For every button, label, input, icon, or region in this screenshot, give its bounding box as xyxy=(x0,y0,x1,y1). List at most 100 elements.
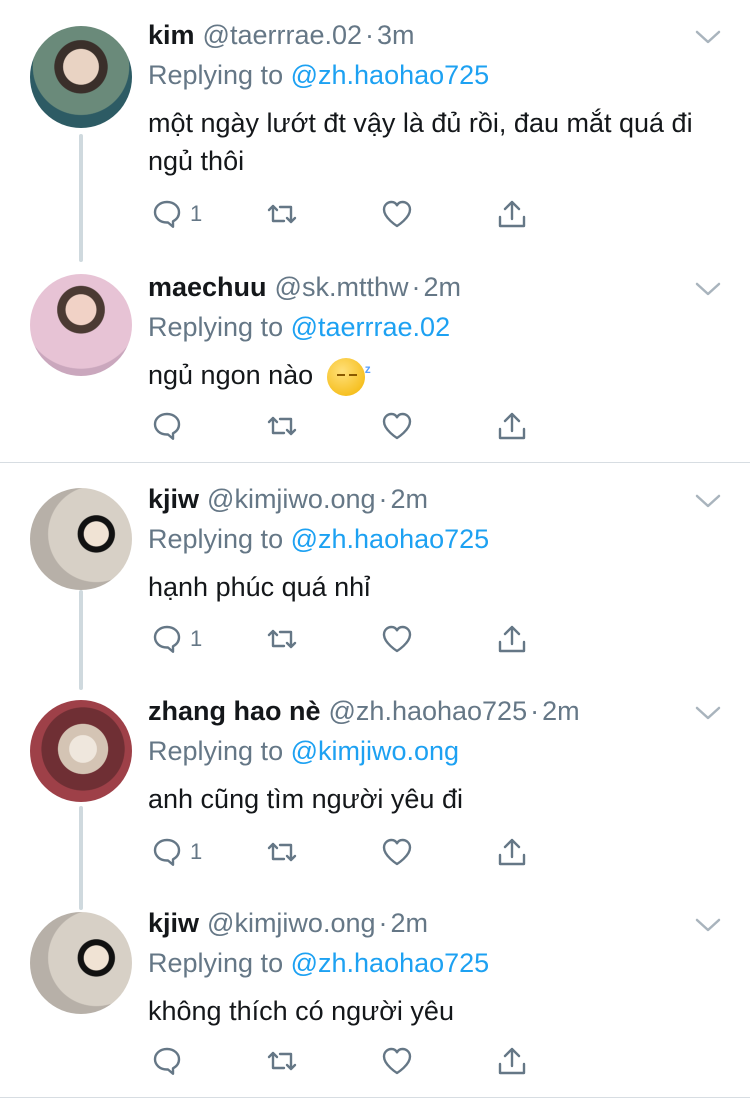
share-button[interactable] xyxy=(495,197,610,231)
tweet[interactable]: kim @taerrrae.02 · 3m Replying to @zh.ha… xyxy=(0,0,750,250)
avatar[interactable] xyxy=(30,912,132,1014)
display-name[interactable]: zhang hao nè xyxy=(148,696,321,727)
mention-link[interactable]: @zh.haohao725 xyxy=(291,524,490,554)
tweet-text-content: ngủ ngon nào xyxy=(148,360,314,390)
retweet-button[interactable] xyxy=(265,409,380,443)
share-icon xyxy=(498,200,526,228)
like-button[interactable] xyxy=(380,197,495,231)
reply-button[interactable]: 1 xyxy=(150,622,265,656)
like-button[interactable] xyxy=(380,409,495,443)
reply-button[interactable] xyxy=(150,409,265,443)
like-button[interactable] xyxy=(380,1044,495,1078)
comment-icon xyxy=(153,200,181,228)
tweet-header: kjiw @kimjiwo.ong · 2m xyxy=(148,908,670,939)
separator: · xyxy=(378,908,388,938)
retweet-icon xyxy=(267,629,297,649)
timestamp[interactable]: 3m xyxy=(377,20,415,51)
tweet-actions xyxy=(150,1044,610,1078)
reply-count: 1 xyxy=(190,201,203,226)
username[interactable]: @zh.haohao725 xyxy=(329,696,528,727)
chevron-down-icon[interactable] xyxy=(694,916,722,934)
replying-label: Replying to xyxy=(148,312,284,342)
avatar[interactable] xyxy=(30,26,132,128)
retweet-icon xyxy=(267,842,297,862)
mention-link[interactable]: @taerrrae.02 xyxy=(291,312,450,342)
username[interactable]: @kimjiwo.ong xyxy=(207,908,375,939)
heart-icon xyxy=(382,1047,412,1075)
timestamp[interactable]: 2m xyxy=(391,908,429,939)
heart-icon xyxy=(382,838,412,866)
tweet[interactable]: zhang hao nè @zh.haohao725 · 2m Replying… xyxy=(0,676,750,888)
share-icon xyxy=(498,625,526,653)
tweet-text: hạnh phúc quá nhỉ xyxy=(148,572,371,602)
share-button[interactable] xyxy=(495,622,610,656)
heart-icon xyxy=(382,625,412,653)
retweet-button[interactable] xyxy=(265,622,380,656)
username[interactable]: @taerrrae.02 xyxy=(203,20,362,51)
mention-link[interactable]: @zh.haohao725 xyxy=(291,948,490,978)
reply-button[interactable]: 1 xyxy=(150,835,265,869)
tweet-header: kim @taerrrae.02 · 3m xyxy=(148,20,670,51)
tweet[interactable]: kjiw @kimjiwo.ong · 2m Replying to @zh.h… xyxy=(0,888,750,1098)
chevron-down-icon[interactable] xyxy=(694,492,722,510)
tweet-header: zhang hao nè @zh.haohao725 · 2m xyxy=(148,696,670,727)
comment-icon xyxy=(153,412,181,440)
tweet[interactable]: kjiw @kimjiwo.ong · 2m Replying to @zh.h… xyxy=(0,464,750,674)
tweet-header: kjiw @kimjiwo.ong · 2m xyxy=(148,484,670,515)
display-name[interactable]: maechuu xyxy=(148,272,267,303)
display-name[interactable]: kjiw xyxy=(148,484,199,515)
share-button[interactable] xyxy=(495,1044,610,1078)
like-button[interactable] xyxy=(380,622,495,656)
comment-icon xyxy=(153,625,181,653)
tweet-header: maechuu @sk.mtthw · 2m xyxy=(148,272,670,303)
display-name[interactable]: kim xyxy=(148,20,195,51)
username[interactable]: @sk.mtthw xyxy=(275,272,409,303)
sleeping-face-emoji: z xyxy=(326,357,371,396)
timestamp[interactable]: 2m xyxy=(391,484,429,515)
avatar[interactable] xyxy=(30,274,132,376)
share-icon xyxy=(498,838,526,866)
conversation-divider xyxy=(0,462,750,463)
replying-label: Replying to xyxy=(148,736,284,766)
replying-label: Replying to xyxy=(148,948,284,978)
retweet-icon xyxy=(267,204,297,224)
avatar[interactable] xyxy=(30,488,132,590)
share-button[interactable] xyxy=(495,409,610,443)
reply-count: 1 xyxy=(190,626,203,651)
chevron-down-icon[interactable] xyxy=(694,28,722,46)
mention-link[interactable]: @zh.haohao725 xyxy=(291,60,490,90)
replying-to: Replying to @taerrrae.02 xyxy=(148,312,450,343)
comment-icon xyxy=(153,1047,181,1075)
share-icon xyxy=(498,1047,526,1075)
tweet[interactable]: maechuu @sk.mtthw · 2m Replying to @taer… xyxy=(0,252,750,462)
heart-icon xyxy=(382,412,412,440)
avatar[interactable] xyxy=(30,700,132,802)
chevron-down-icon[interactable] xyxy=(694,704,722,722)
tweet-actions xyxy=(150,409,610,443)
username[interactable]: @kimjiwo.ong xyxy=(207,484,375,515)
separator: · xyxy=(378,484,388,514)
retweet-icon xyxy=(267,1051,297,1071)
reply-button[interactable] xyxy=(150,1044,265,1078)
reply-count: 1 xyxy=(190,839,203,864)
like-button[interactable] xyxy=(380,835,495,869)
chevron-down-icon[interactable] xyxy=(694,280,722,298)
display-name[interactable]: kjiw xyxy=(148,908,199,939)
retweet-button[interactable] xyxy=(265,835,380,869)
mention-link[interactable]: @kimjiwo.ong xyxy=(291,736,459,766)
tweet-text: một ngày lướt đt vậy là đủ rồi, đau mắt … xyxy=(148,108,693,176)
retweet-icon xyxy=(267,416,297,436)
retweet-button[interactable] xyxy=(265,197,380,231)
share-button[interactable] xyxy=(495,835,610,869)
tweet-text: anh cũng tìm người yêu đi xyxy=(148,784,463,814)
replying-to: Replying to @zh.haohao725 xyxy=(148,948,489,979)
heart-icon xyxy=(382,200,412,228)
replying-label: Replying to xyxy=(148,524,284,554)
timestamp[interactable]: 2m xyxy=(423,272,461,303)
replying-to: Replying to @zh.haohao725 xyxy=(148,524,489,555)
retweet-button[interactable] xyxy=(265,1044,380,1078)
reply-button[interactable]: 1 xyxy=(150,197,265,231)
tweet-actions: 1 xyxy=(150,622,610,656)
timestamp[interactable]: 2m xyxy=(542,696,580,727)
tweet-text: không thích có người yêu xyxy=(148,996,454,1026)
